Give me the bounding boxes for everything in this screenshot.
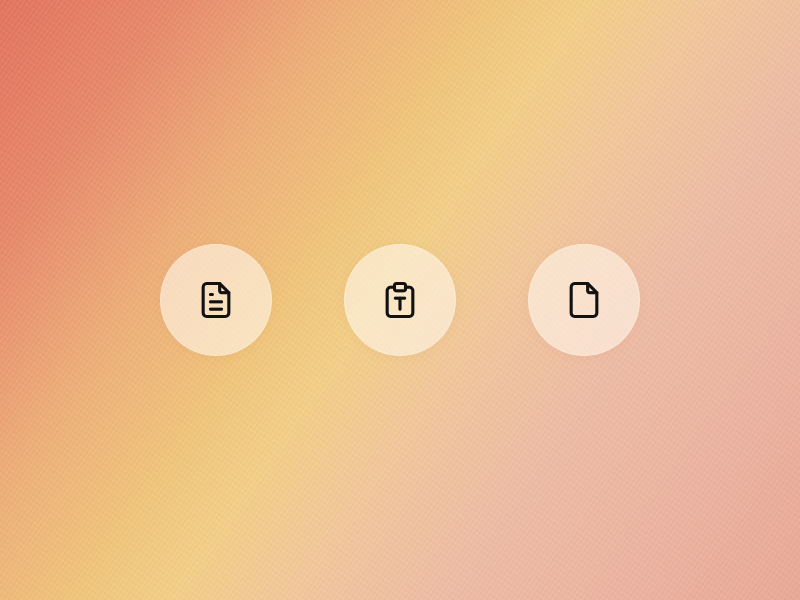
document-text-button[interactable] — [160, 244, 272, 356]
icon-button-row — [160, 244, 640, 356]
clipboard-text-icon — [378, 278, 422, 322]
document-blank-icon — [562, 278, 606, 322]
clipboard-text-button[interactable] — [344, 244, 456, 356]
document-blank-button[interactable] — [528, 244, 640, 356]
document-text-icon — [194, 278, 238, 322]
canvas-background — [0, 0, 800, 600]
